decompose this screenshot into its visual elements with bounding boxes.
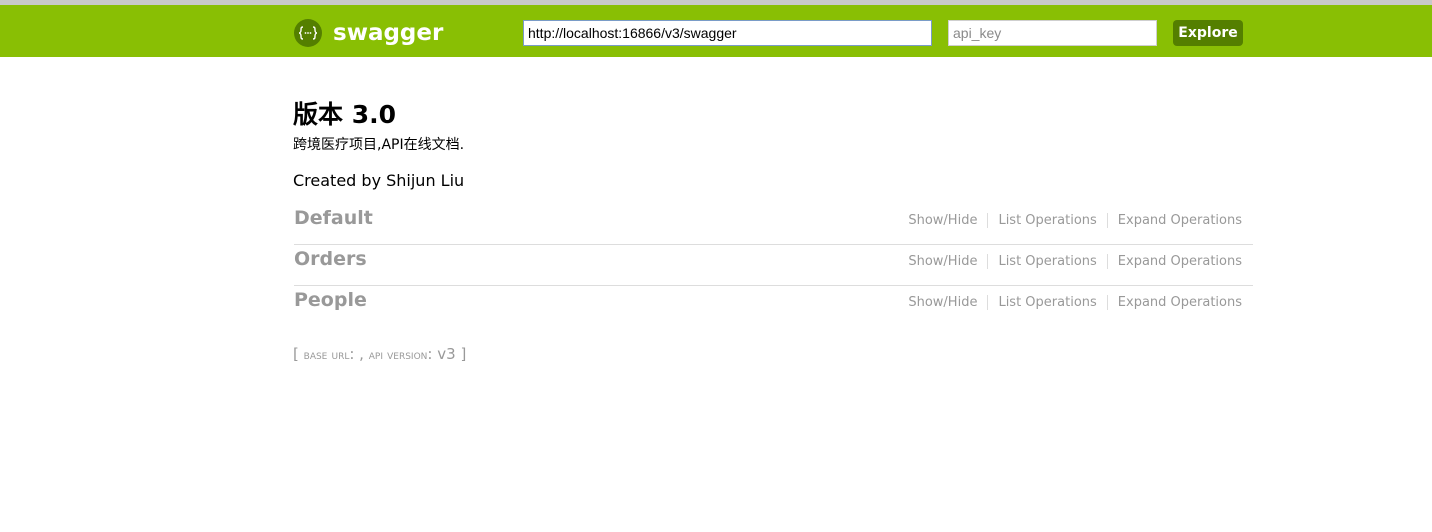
resource-ops: Show/Hide List Operations Expand Operati… xyxy=(908,295,1242,310)
expand-operations-link[interactable]: Expand Operations xyxy=(1118,295,1242,310)
resource-orders: Orders Show/Hide List Operations Expand … xyxy=(294,245,1253,286)
resource-name[interactable]: Orders xyxy=(294,248,367,270)
braces-icon xyxy=(294,19,322,47)
api-version-label: api version xyxy=(368,348,428,363)
swagger-logo[interactable]: swagger xyxy=(294,19,443,47)
expand-operations-link[interactable]: Expand Operations xyxy=(1118,254,1242,269)
base-url-info: [ base url: , api version: v3 ] xyxy=(293,345,466,363)
page-title: 版本 3.0 xyxy=(293,100,396,129)
logo-text: swagger xyxy=(333,20,444,46)
expand-operations-link[interactable]: Expand Operations xyxy=(1118,213,1242,228)
base-url-separator: : , xyxy=(349,345,364,363)
resource-people: People Show/Hide List Operations Expand … xyxy=(294,286,1253,327)
ops-divider xyxy=(1106,254,1108,269)
show-hide-link[interactable]: Show/Hide xyxy=(908,295,977,310)
resource-name[interactable]: People xyxy=(294,289,367,311)
resource-name[interactable]: Default xyxy=(294,207,373,229)
api-key-input[interactable] xyxy=(948,20,1157,46)
show-hide-link[interactable]: Show/Hide xyxy=(908,213,977,228)
swagger-header: swagger Explore xyxy=(0,5,1432,57)
api-version-separator: : xyxy=(427,345,433,363)
list-operations-link[interactable]: List Operations xyxy=(998,295,1096,310)
ops-divider xyxy=(987,213,989,228)
resource-ops: Show/Hide List Operations Expand Operati… xyxy=(908,213,1242,228)
ops-divider xyxy=(987,254,989,269)
close-bracket: ] xyxy=(460,345,467,363)
list-operations-link[interactable]: List Operations xyxy=(998,213,1096,228)
api-description: 跨境医疗项目,API在线文档. xyxy=(293,137,465,153)
resource-ops: Show/Hide List Operations Expand Operati… xyxy=(908,254,1242,269)
ops-divider xyxy=(1106,295,1108,310)
created-by: Created by Shijun Liu xyxy=(293,171,465,190)
open-bracket: [ xyxy=(293,345,299,363)
api-version-value: v3 xyxy=(437,345,456,363)
list-operations-link[interactable]: List Operations xyxy=(998,254,1096,269)
resource-default: Default Show/Hide List Operations Expand… xyxy=(294,204,1253,245)
ops-divider xyxy=(987,295,989,310)
braces-icon-svg xyxy=(298,26,318,40)
show-hide-link[interactable]: Show/Hide xyxy=(908,254,977,269)
ops-divider xyxy=(1106,213,1108,228)
explore-button[interactable]: Explore xyxy=(1173,20,1243,46)
api-url-input[interactable] xyxy=(523,20,932,46)
base-url-label: base url xyxy=(303,348,350,363)
